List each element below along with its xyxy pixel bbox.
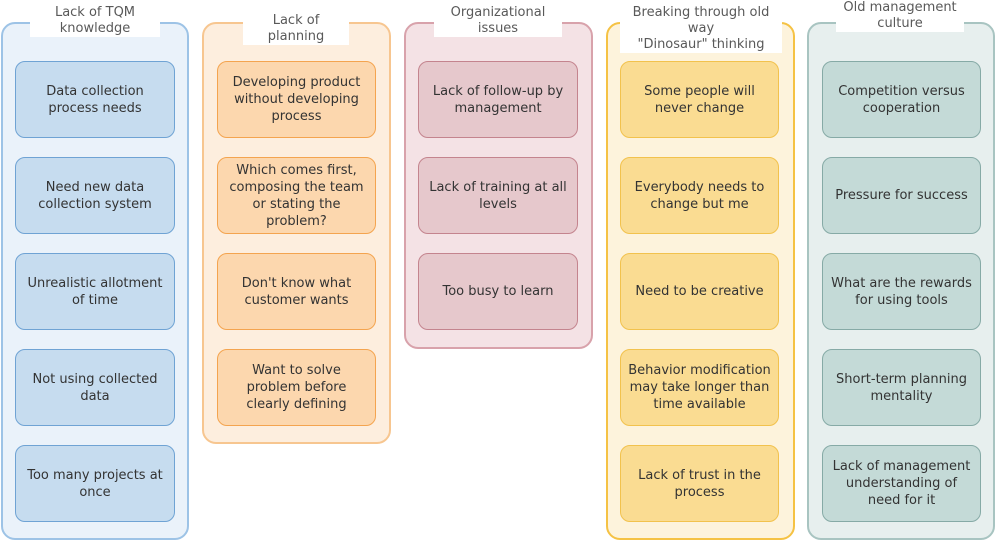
card: Lack of management understanding of need… <box>822 445 981 522</box>
card: Lack of trust in the process <box>620 445 779 522</box>
column-title: Old management culture <box>836 0 964 32</box>
column-title: Lack of TQM knowledge <box>30 5 160 37</box>
card: Which comes first, composing the team or… <box>217 157 376 234</box>
card: Lack of training at all levels <box>418 157 578 234</box>
card: Not using collected data <box>15 349 175 426</box>
card: Need new data collection system <box>15 157 175 234</box>
column-title: Breaking through old way "Dinosaur" thin… <box>620 5 782 53</box>
card: Developing product without developing pr… <box>217 61 376 138</box>
card: Don't know what customer wants <box>217 253 376 330</box>
column-title: Organizational issues <box>434 5 562 37</box>
card: Short-term planning mentality <box>822 349 981 426</box>
card: Competition versus cooperation <box>822 61 981 138</box>
card: Behavior modification may take longer th… <box>620 349 779 426</box>
card: What are the rewards for using tools <box>822 253 981 330</box>
card: Want to solve problem before clearly def… <box>217 349 376 426</box>
column-title: Lack of planning <box>243 13 349 45</box>
card: Too many projects at once <box>15 445 175 522</box>
card: Some people will never change <box>620 61 779 138</box>
card: Data collection process needs <box>15 61 175 138</box>
card: Lack of follow-up by management <box>418 61 578 138</box>
card: Unrealistic allotment of time <box>15 253 175 330</box>
card: Pressure for success <box>822 157 981 234</box>
card: Everybody needs to change but me <box>620 157 779 234</box>
card: Too busy to learn <box>418 253 578 330</box>
card: Need to be creative <box>620 253 779 330</box>
